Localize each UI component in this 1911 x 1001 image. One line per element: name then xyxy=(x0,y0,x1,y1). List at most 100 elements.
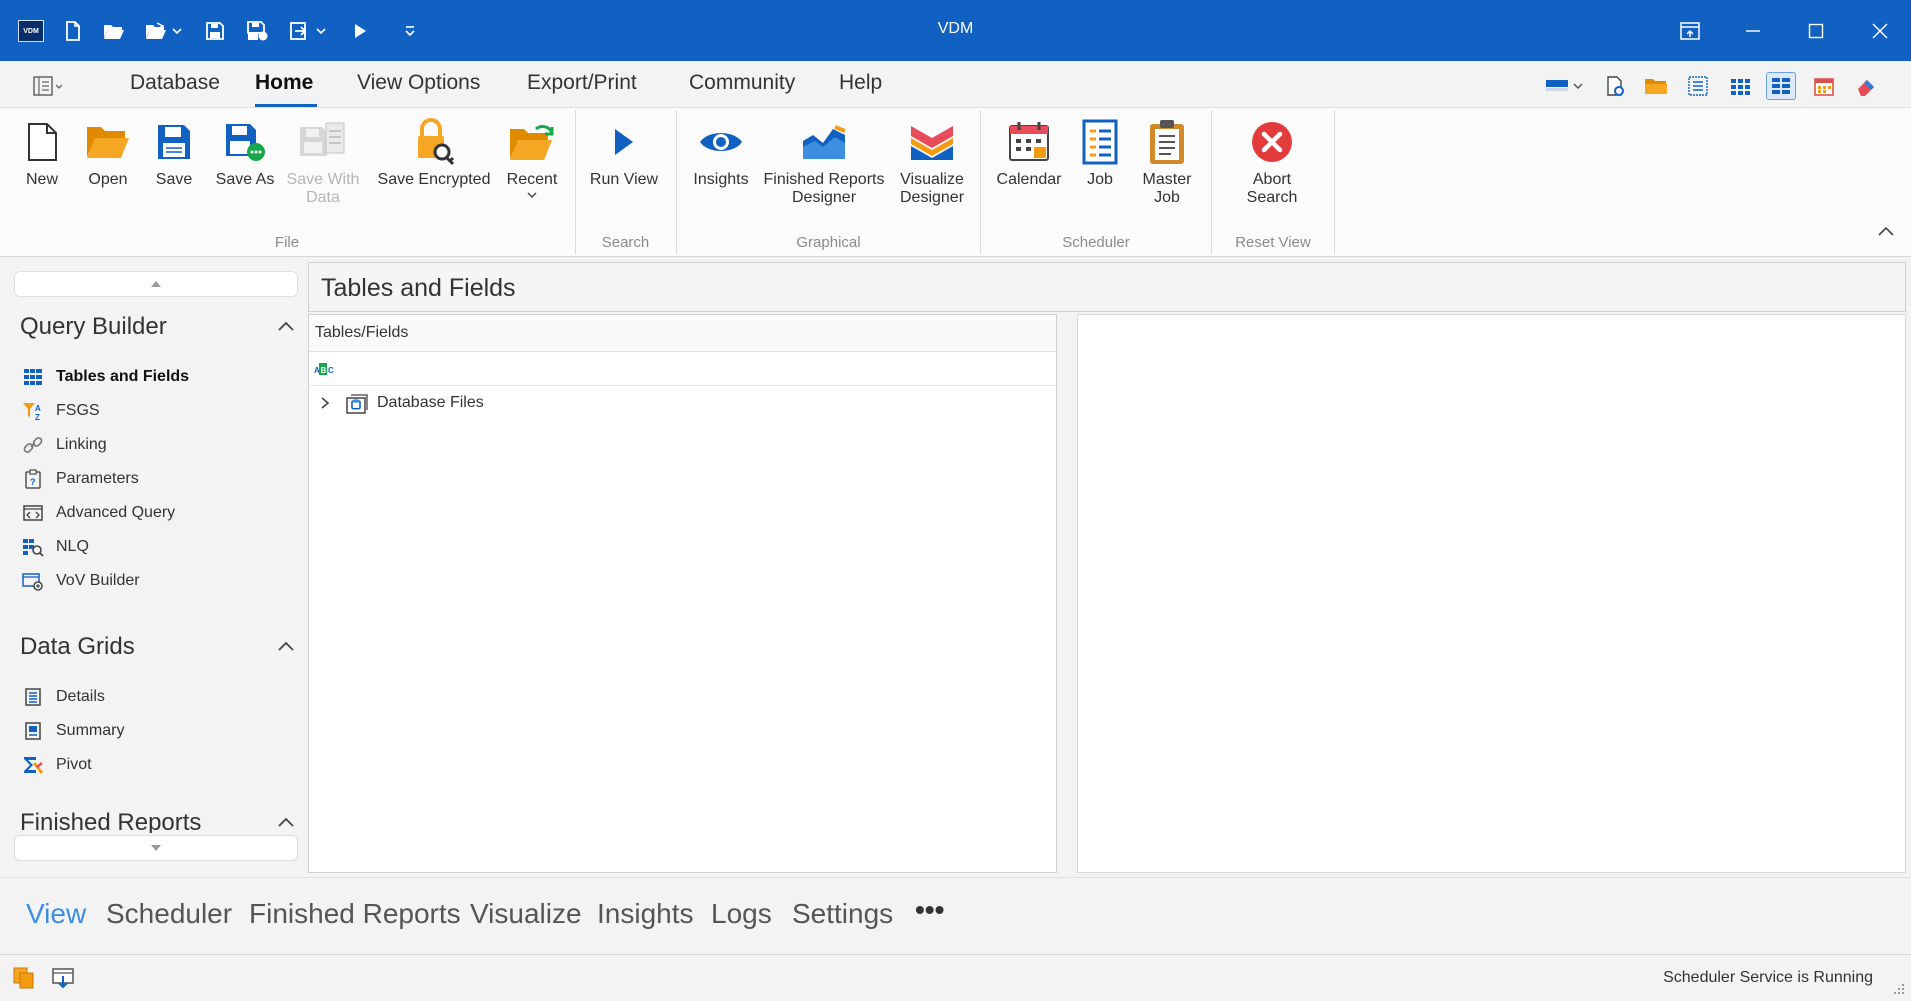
qa-save-as-button[interactable] xyxy=(243,14,273,48)
theme-selector-button[interactable] xyxy=(1540,72,1588,100)
open-button[interactable]: Open xyxy=(80,116,136,190)
eraser-icon xyxy=(1858,80,1874,96)
new-file-icon xyxy=(28,123,57,161)
qa-new-button[interactable] xyxy=(58,14,88,48)
tile-view-button[interactable] xyxy=(1766,72,1796,100)
tab-help[interactable]: Help xyxy=(839,71,882,95)
panel-toggle-button[interactable] xyxy=(30,73,66,99)
minimize-button[interactable] xyxy=(1730,10,1776,52)
bottom-tab-settings[interactable]: Settings xyxy=(792,898,893,930)
qa-export-dropdown-button[interactable] xyxy=(288,14,328,48)
svg-text:B: B xyxy=(321,366,327,375)
grid-view-button[interactable] xyxy=(1725,72,1755,100)
data-grids-collapse[interactable] xyxy=(276,637,296,657)
tree-column-header[interactable]: Tables/Fields xyxy=(309,315,1056,352)
filter-sort-icon: AZ xyxy=(22,400,44,422)
save-with-data-button[interactable]: Save With Data xyxy=(285,116,361,208)
nav-item-linking[interactable]: Linking xyxy=(22,430,107,460)
page-settings-icon xyxy=(1607,76,1624,96)
nav-scroll-up-button[interactable] xyxy=(14,271,298,297)
calendar-view-button[interactable] xyxy=(1809,72,1839,100)
qa-open-button[interactable] xyxy=(99,14,129,48)
download-window-button[interactable] xyxy=(50,966,76,990)
save-button[interactable]: Save xyxy=(146,116,202,190)
finished-reports-collapse[interactable] xyxy=(276,813,296,833)
reset-view-group-label: Reset View xyxy=(1235,234,1311,251)
download-window-icon xyxy=(52,968,74,989)
qa-run-button[interactable] xyxy=(345,14,375,48)
nav-item-summary[interactable]: Summary xyxy=(22,716,124,746)
nav-item-advanced-query[interactable]: Advanced Query xyxy=(22,498,175,528)
tab-home[interactable]: Home xyxy=(255,71,313,95)
tree-filter-row[interactable]: ABC xyxy=(309,352,1056,386)
tab-export-print[interactable]: Export/Print xyxy=(527,71,637,95)
nav-item-nlq[interactable]: NLQ xyxy=(22,532,89,562)
database-files-icon xyxy=(343,391,369,415)
data-grids-header[interactable]: Data Grids xyxy=(20,633,135,661)
insights-button[interactable]: Insights xyxy=(688,116,754,190)
finished-reports-header[interactable]: Finished Reports xyxy=(20,809,201,833)
master-job-button[interactable]: Master Job xyxy=(1138,116,1196,208)
query-builder-header[interactable]: Query Builder xyxy=(20,313,167,341)
nav-scroll-down-button[interactable] xyxy=(14,835,298,861)
chevron-right-icon[interactable] xyxy=(319,396,337,410)
calendar-icon xyxy=(1009,122,1049,161)
qa-save-button[interactable] xyxy=(200,14,230,48)
run-view-button[interactable]: Run View xyxy=(586,116,662,190)
finished-reports-designer-button[interactable]: Finished Reports Designer xyxy=(760,116,888,208)
save-encrypted-button[interactable]: Save Encrypted xyxy=(374,116,494,190)
ribbon: New Open Save Save As Save With Data Sav… xyxy=(0,107,1911,257)
run-icon xyxy=(355,24,366,38)
graphical-group-label: Graphical xyxy=(796,234,861,251)
copy-files-button[interactable] xyxy=(11,966,37,990)
save-as-icon xyxy=(247,21,268,41)
query-builder-collapse[interactable] xyxy=(276,317,296,337)
page-settings-button[interactable] xyxy=(1600,72,1630,100)
collapse-ribbon-button[interactable] xyxy=(1875,223,1897,241)
chevron-up-icon xyxy=(1878,226,1894,236)
svg-text:A: A xyxy=(314,366,320,375)
nav-item-details[interactable]: Details xyxy=(22,682,105,712)
nav-item-fsgs[interactable]: AZ FSGS xyxy=(22,396,100,426)
job-button[interactable]: Job xyxy=(1072,116,1128,190)
nav-item-pivot[interactable]: Pivot xyxy=(22,750,92,780)
chevron-up-icon xyxy=(278,321,294,331)
maximize-button[interactable] xyxy=(1793,10,1839,52)
bottom-tab-view[interactable]: View xyxy=(26,898,86,930)
restore-pane-button[interactable] xyxy=(1667,10,1713,52)
bottom-tab-finished-reports[interactable]: Finished Reports xyxy=(249,898,461,930)
nav-item-parameters[interactable]: ? Parameters xyxy=(22,464,139,494)
close-button[interactable] xyxy=(1857,10,1903,52)
recent-button[interactable]: Recent xyxy=(502,116,562,199)
visualize-designer-button[interactable]: Visualize Designer xyxy=(894,116,970,208)
bottom-tab-visualize[interactable]: Visualize xyxy=(470,898,582,930)
nav-item-vov-builder[interactable]: VoV Builder xyxy=(22,566,140,596)
ribbon-separator xyxy=(575,110,576,254)
triangle-down-icon xyxy=(151,845,161,851)
list-view-button[interactable] xyxy=(1683,72,1713,100)
qa-open-dropdown-button[interactable] xyxy=(144,14,184,48)
tree-node-label: Database Files xyxy=(377,394,484,411)
qa-customize-button[interactable] xyxy=(395,14,425,48)
save-as-button[interactable]: Save As xyxy=(212,116,278,190)
tree-node-database-files[interactable]: Database Files xyxy=(309,386,1056,420)
more-tabs-button[interactable]: ••• xyxy=(915,894,944,926)
bottom-tab-insights[interactable]: Insights xyxy=(597,898,694,930)
content-header: Tables and Fields xyxy=(308,262,1906,312)
abort-search-button[interactable]: Abort Search xyxy=(1236,116,1308,208)
folder-button[interactable] xyxy=(1641,72,1671,100)
code-window-icon xyxy=(22,502,44,524)
tab-view-options[interactable]: View Options xyxy=(357,71,480,95)
tab-database[interactable]: Database xyxy=(130,71,220,95)
clear-button[interactable] xyxy=(1851,72,1881,100)
resize-grip[interactable] xyxy=(1893,983,1905,995)
new-button[interactable]: New xyxy=(14,116,70,190)
calendar-button[interactable]: Calendar xyxy=(992,116,1066,190)
save-as-icon xyxy=(226,124,265,161)
list-view-icon xyxy=(1688,76,1708,96)
bottom-tab-scheduler[interactable]: Scheduler xyxy=(106,898,232,930)
tab-community[interactable]: Community xyxy=(689,71,795,95)
bottom-tab-logs[interactable]: Logs xyxy=(711,898,772,930)
table-grid-icon xyxy=(22,366,44,388)
nav-item-tables-and-fields[interactable]: Tables and Fields xyxy=(22,362,189,392)
